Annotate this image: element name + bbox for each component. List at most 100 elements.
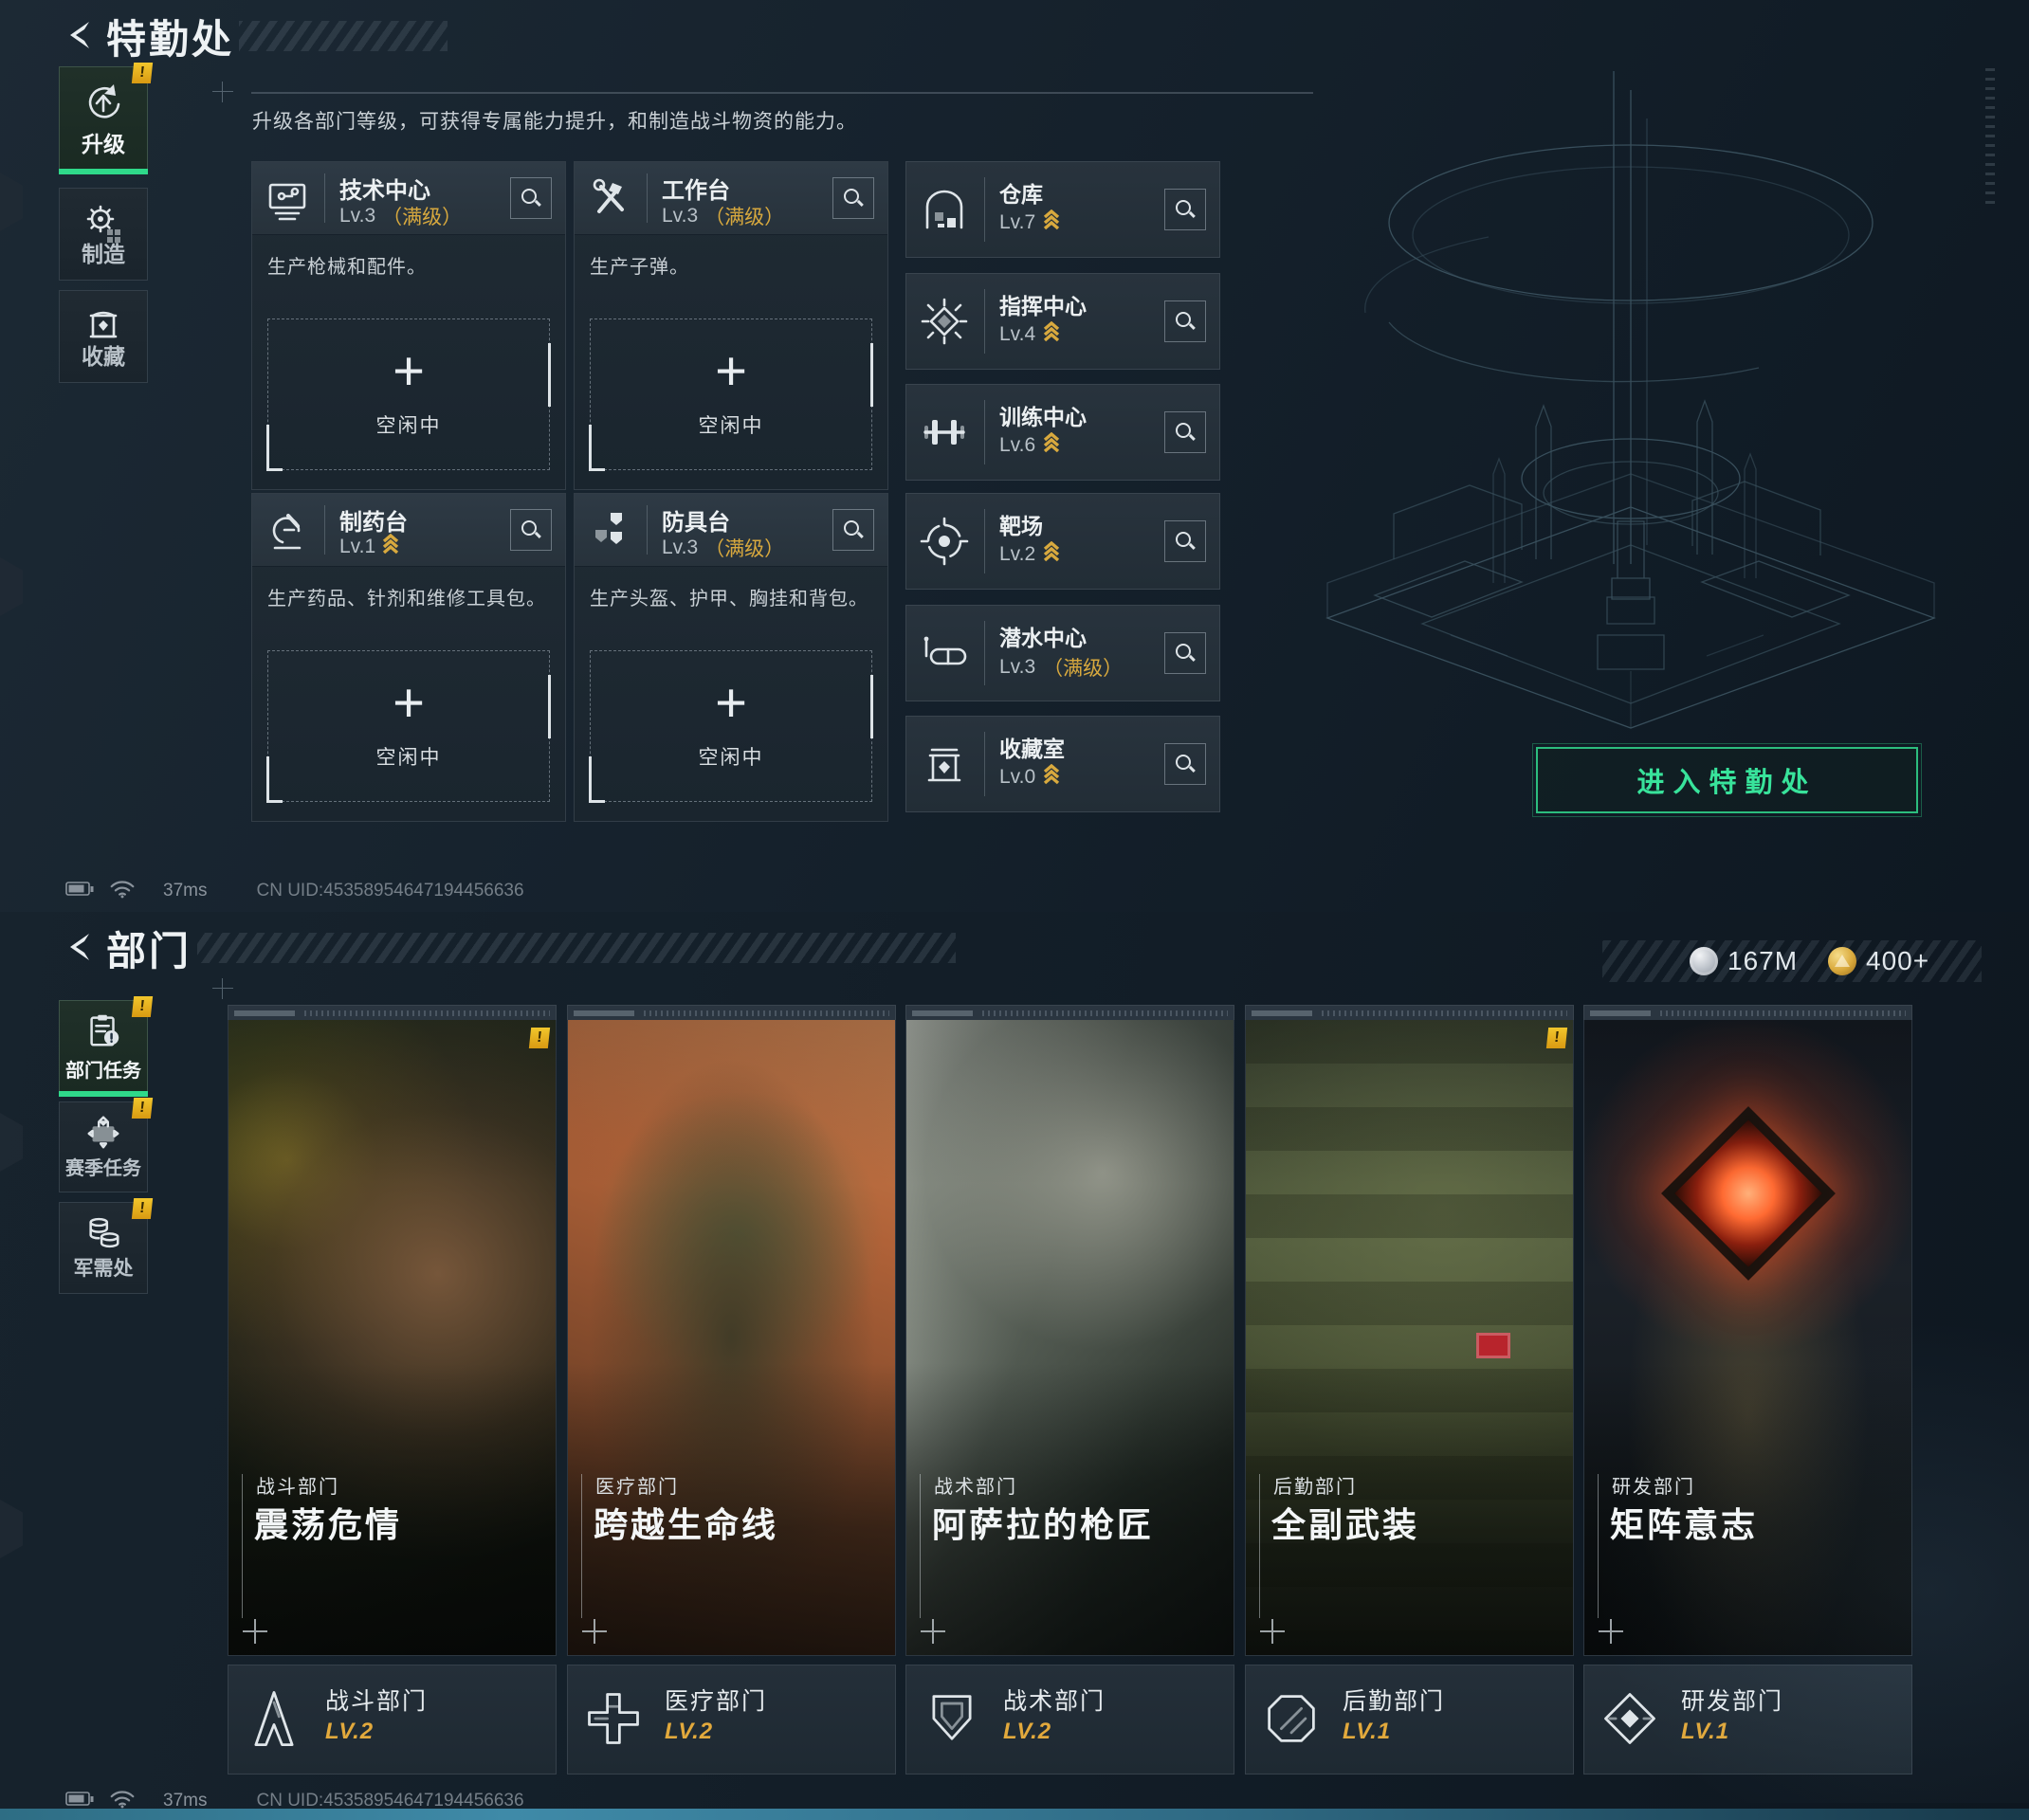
inspect-button[interactable] <box>510 509 552 551</box>
department-level: LV.2 <box>325 1719 374 1745</box>
card-top-strip <box>567 1005 896 1021</box>
gold-currency-value[interactable]: 400+ <box>1866 946 1929 976</box>
sidebar-item-manufacture[interactable]: 制造 <box>59 188 148 281</box>
shooting-range-icon <box>919 516 970 567</box>
sidebar-item-collection[interactable]: 收藏 <box>59 290 148 383</box>
facility-card-warehouse[interactable]: 仓库 Lv.7 <box>905 161 1220 258</box>
inspect-button[interactable] <box>1164 520 1206 562</box>
collection-room-icon <box>919 738 970 790</box>
card-top-strip <box>228 1005 557 1021</box>
station-name: 技术中心 <box>339 172 430 205</box>
ping-value: 37ms <box>163 881 207 901</box>
game-screen: 特勤处 ! 升级 制造 收藏 升级各部门等级，可获得专属能力提升，和制造战斗物资… <box>0 0 2029 1820</box>
enter-base-button[interactable]: 进入特勤处 <box>1536 747 1918 813</box>
max-level-tag: （满级） <box>1043 653 1123 682</box>
wifi-icon <box>108 877 137 905</box>
department-name: 战术部门 <box>1003 1683 1106 1717</box>
department-photo <box>567 1020 896 1656</box>
department-card-rnd[interactable]: 研发部门 矩阵意志 研发部门 LV.1 <box>1583 1005 1912 1774</box>
station-desc: 生产药品、针剂和维修工具包。 <box>267 583 552 610</box>
sidebar-item-season-tasks[interactable]: ! 赛季任务 <box>59 1101 148 1192</box>
production-slot[interactable]: + 空闲中 <box>267 318 550 470</box>
rnd-emblem-icon <box>1598 1686 1662 1751</box>
facility-level: Lv.4 <box>999 323 1035 346</box>
station-name: 工作台 <box>662 172 730 205</box>
facility-card-shooting-range[interactable]: 靶场 Lv.2 <box>905 493 1220 590</box>
battery-icon <box>64 878 95 904</box>
department-card-tactical[interactable]: 战术部门 阿萨拉的枪匠 战术部门 LV.2 <box>905 1005 1234 1774</box>
edge-deco <box>0 173 23 231</box>
station-header: 制药台 Lv.1 <box>252 494 565 567</box>
department-category: 战术部门 <box>934 1471 1017 1499</box>
department-level: LV.2 <box>1003 1719 1051 1745</box>
uid-text: CN UID:45358954647194456636 <box>256 881 523 901</box>
sidebar-item-label: 制造 <box>60 236 147 268</box>
facility-name: 指挥中心 <box>999 288 1087 320</box>
sidebar-item-quartermaster[interactable]: ! 军需处 <box>59 1202 148 1294</box>
department-name: 医疗部门 <box>665 1683 767 1717</box>
station-card-pharmacy[interactable]: 制药台 Lv.1 生产药品、针剂和维修工具包。 + 空闲中 <box>251 493 566 822</box>
crosshair-deco <box>212 978 233 999</box>
station-desc: 生产枪械和配件。 <box>267 251 552 279</box>
department-card-medical[interactable]: 医疗部门 跨越生命线 医疗部门 LV.2 <box>567 1005 896 1774</box>
silver-currency-value[interactable]: 167M <box>1727 946 1798 976</box>
facility-card-diving-center[interactable]: 潜水中心 Lv.3（满级） <box>905 605 1220 701</box>
alert-badge: ! <box>132 63 153 83</box>
inspect-button[interactable] <box>1164 411 1206 453</box>
inspect-button[interactable] <box>1164 632 1206 674</box>
department-card-logistics[interactable]: ! 后勤部门 全副武装 后勤部门 LV.1 <box>1245 1005 1574 1774</box>
slot-status: 空闲中 <box>591 410 871 439</box>
station-level: Lv.3 <box>662 537 698 559</box>
page-title: 特勤处 <box>106 8 234 65</box>
inspect-button[interactable] <box>832 509 874 551</box>
station-name: 制药台 <box>339 503 408 537</box>
inspect-button[interactable] <box>1164 743 1206 785</box>
production-slot[interactable]: + 空闲中 <box>267 650 550 802</box>
inspect-button[interactable] <box>1164 189 1206 230</box>
facility-card-command-center[interactable]: 指挥中心 Lv.4 <box>905 273 1220 370</box>
facility-name: 仓库 <box>999 176 1043 209</box>
active-indicator <box>59 1091 148 1097</box>
edge-deco <box>0 1113 23 1172</box>
department-category: 研发部门 <box>1612 1471 1695 1499</box>
station-desc: 生产头盔、护甲、胸挂和背包。 <box>590 583 874 610</box>
facility-card-collection-room[interactable]: 收藏室 Lv.0 <box>905 716 1220 812</box>
divider <box>984 509 985 573</box>
station-card-tech-center[interactable]: 技术中心 Lv.3（满级） 生产枪械和配件。 + 空闲中 <box>251 161 566 490</box>
upgrade-chevrons-icon <box>382 534 399 560</box>
inspect-button[interactable] <box>510 177 552 219</box>
logistics-emblem-icon <box>1259 1686 1324 1751</box>
armor-icon <box>586 507 633 555</box>
divider <box>647 173 648 223</box>
department-photo <box>228 1020 557 1656</box>
inspect-button[interactable] <box>832 177 874 219</box>
facility-card-training-center[interactable]: 训练中心 Lv.6 <box>905 384 1220 481</box>
max-level-tag: （满级） <box>704 534 784 562</box>
department-name: 后勤部门 <box>1343 1683 1445 1717</box>
silver-coin-icon <box>1690 947 1718 975</box>
station-card-armor[interactable]: 防具台 Lv.3（满级） 生产头盔、护甲、胸挂和背包。 + 空闲中 <box>574 493 888 822</box>
search-icon <box>1174 421 1197 444</box>
production-slot[interactable]: + 空闲中 <box>590 650 872 802</box>
workbench-icon <box>586 175 633 223</box>
station-card-workbench[interactable]: 工作台 Lv.3（满级） 生产子弹。 + 空闲中 <box>574 161 888 490</box>
back-button[interactable] <box>63 17 99 53</box>
facility-level: Lv.0 <box>999 766 1035 789</box>
reactor-core-deco <box>1661 1106 1836 1281</box>
crosshair-deco <box>212 82 233 102</box>
plus-icon: + <box>268 344 549 399</box>
upgrade-chevrons-icon <box>1043 432 1060 459</box>
search-icon <box>842 519 865 541</box>
sidebar-item-department-tasks[interactable]: ! 部门任务 <box>59 1000 148 1097</box>
department-card-combat[interactable]: ! 战斗部门 震荡危情 战斗部门 LV.2 <box>228 1005 557 1774</box>
department-footer: 研发部门 LV.1 <box>1583 1665 1912 1774</box>
medical-emblem-icon <box>581 1686 646 1751</box>
search-icon <box>520 519 542 541</box>
station-level: Lv.3 <box>662 205 698 228</box>
back-button[interactable] <box>63 929 99 965</box>
inspect-button[interactable] <box>1164 300 1206 342</box>
search-icon <box>1174 310 1197 333</box>
sidebar-item-upgrade[interactable]: ! 升级 <box>59 66 148 174</box>
mission-title: 震荡危情 <box>254 1498 402 1547</box>
production-slot[interactable]: + 空闲中 <box>590 318 872 470</box>
